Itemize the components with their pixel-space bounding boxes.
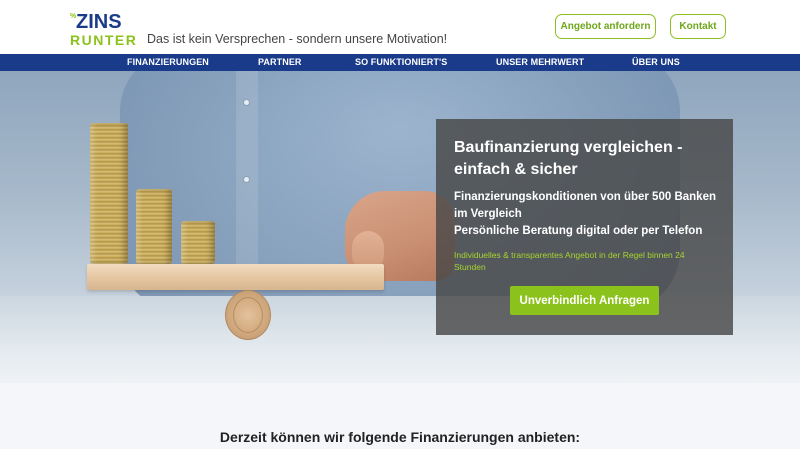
section-heading: Derzeit können wir folgende Finanzierung… bbox=[219, 429, 581, 445]
shirt-button bbox=[243, 176, 250, 183]
coin-stack-short bbox=[181, 221, 215, 264]
nav-item-finanzierungen[interactable]: FINANZIERUNGEN bbox=[127, 57, 209, 67]
hero-banner: Baufinanzierung vergleichen - einfach & … bbox=[0, 71, 800, 383]
hero-feature-banks: Finanzierungskonditionen von über 500 Ba… bbox=[454, 191, 716, 220]
shirt-button bbox=[243, 99, 250, 106]
request-offer-button[interactable]: Angebot anfordern bbox=[555, 14, 656, 39]
nav-item-unser-mehrwert[interactable]: UNSER MEHRWERT bbox=[496, 57, 584, 67]
hero-title: Baufinanzierung vergleichen - einfach & … bbox=[454, 139, 683, 178]
seesaw-plank bbox=[87, 264, 384, 290]
logo-line1: ZINS bbox=[76, 11, 122, 33]
hero-info-panel: Baufinanzierung vergleichen - einfach & … bbox=[436, 119, 733, 335]
seesaw-pivot-ring bbox=[233, 297, 263, 333]
financing-section: Derzeit können wir folgende Finanzierung… bbox=[0, 383, 800, 449]
logo-line2: RUNTER bbox=[70, 32, 137, 48]
tagline: Das ist kein Versprechen - sondern unser… bbox=[147, 32, 448, 46]
nav-item-so-funktionierts[interactable]: SO FUNKTIONIERT'S bbox=[355, 57, 447, 67]
site-header: % ZINS RUNTER Das ist kein Versprechen -… bbox=[0, 0, 800, 54]
hero-note: Individuelles & transparentes Angebot in… bbox=[454, 250, 685, 272]
coin-stack-medium bbox=[136, 189, 172, 264]
request-nonbinding-button[interactable]: Unverbindlich Anfragen bbox=[510, 286, 659, 315]
coin-stack-tall bbox=[90, 123, 128, 264]
contact-button[interactable]: Kontakt bbox=[670, 14, 726, 39]
nav-item-partner[interactable]: PARTNER bbox=[258, 57, 302, 67]
main-nav: FINANZIERUNGEN PARTNER SO FUNKTIONIERT'S… bbox=[0, 54, 800, 71]
hero-feature-consulting: Persönliche Beratung digital oder per Te… bbox=[454, 225, 703, 237]
nav-item-ueber-uns[interactable]: ÜBER UNS bbox=[632, 57, 680, 67]
site-logo[interactable]: % ZINS RUNTER bbox=[68, 8, 138, 48]
